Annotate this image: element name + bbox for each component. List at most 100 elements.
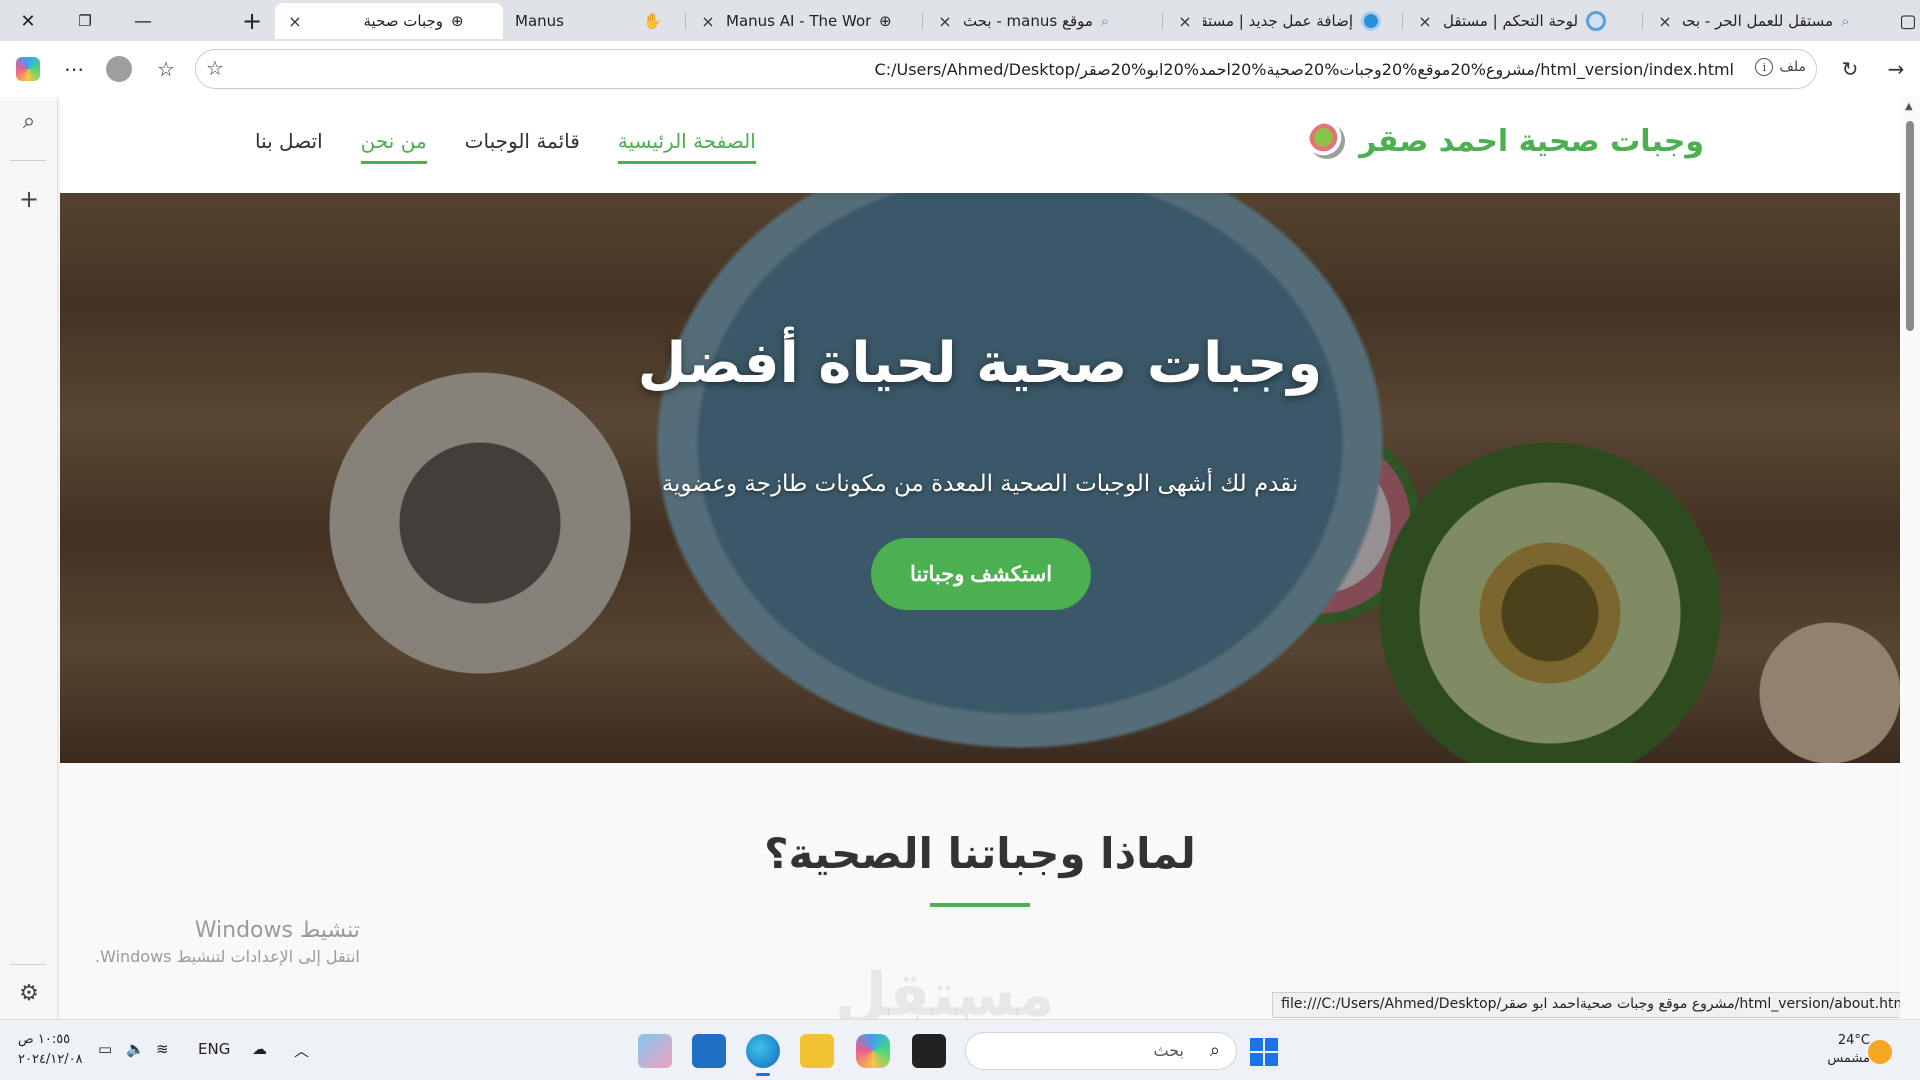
close-icon[interactable]: × bbox=[1175, 12, 1195, 31]
nav-menu[interactable]: قائمة الوجبات bbox=[465, 129, 580, 164]
close-icon[interactable]: × bbox=[1655, 12, 1675, 31]
profile-avatar[interactable] bbox=[103, 53, 135, 85]
forward-icon[interactable]: → bbox=[1880, 53, 1912, 85]
explore-meals-button[interactable]: استكشف وجباتنا bbox=[871, 538, 1091, 610]
tab-add-work[interactable]: × إضافة عمل جديد | مستقل bbox=[1165, 3, 1400, 39]
browser-sidebar: ⌕ + ⚙ bbox=[0, 97, 58, 1019]
search-placeholder: بحث bbox=[1153, 1041, 1185, 1060]
start-button[interactable] bbox=[1250, 1038, 1278, 1066]
close-icon[interactable]: × bbox=[935, 12, 955, 31]
nav-about[interactable]: من نحن bbox=[360, 129, 427, 164]
chevron-up-icon[interactable]: ︿ bbox=[294, 1040, 309, 1061]
weather-widget[interactable]: 24°C مشمس bbox=[1800, 1032, 1870, 1068]
weather-desc: مشمس bbox=[1827, 1051, 1870, 1066]
salad-bowl-icon bbox=[1309, 123, 1346, 159]
manus-hand-icon: ✋ bbox=[643, 12, 662, 30]
tab-title: Manus AI - The World's bbox=[726, 12, 871, 30]
main-nav: الصفحة الرئيسية قائمة الوجبات من نحن اتص… bbox=[255, 129, 756, 164]
gear-icon[interactable]: ⚙ bbox=[13, 977, 45, 1009]
language-indicator[interactable]: ENG bbox=[198, 1040, 230, 1058]
tab-divider bbox=[685, 12, 686, 30]
tab-title: وجبات صحية bbox=[363, 12, 444, 30]
search-icon: ⌕ bbox=[1100, 12, 1110, 30]
nav-contact[interactable]: اتصل بنا bbox=[255, 129, 323, 164]
add-icon[interactable]: + bbox=[13, 183, 45, 215]
activation-title: تنشيط Windows bbox=[194, 918, 360, 943]
tab-mostaql-search[interactable]: × مستقل للعمل الحر - بحث ⌕ bbox=[1645, 3, 1885, 39]
search-icon: ⌕ bbox=[1841, 12, 1850, 30]
wifi-icon[interactable]: ≋ bbox=[156, 1040, 169, 1058]
tab-dashboard[interactable]: × لوحة التحكم | مستقل bbox=[1405, 3, 1640, 39]
taskbar-search[interactable]: بحث ⌕ bbox=[965, 1032, 1237, 1070]
site-logo[interactable]: وجبات صحية احمد صقر bbox=[1309, 123, 1704, 159]
mostaql-favicon-icon bbox=[1361, 11, 1381, 31]
mostaql-favicon-icon bbox=[1586, 11, 1607, 31]
scheme-label: ملف bbox=[1779, 59, 1806, 75]
search-icon[interactable]: ⌕ bbox=[13, 105, 45, 137]
battery-icon[interactable]: ▭ bbox=[98, 1040, 112, 1058]
copilot-icon[interactable] bbox=[12, 53, 44, 85]
nav-home[interactable]: الصفحة الرئيسية bbox=[617, 129, 756, 164]
tab-strip: ▢ × مستقل للعمل الحر - بحث ⌕ × لوحة التح… bbox=[0, 0, 1920, 41]
snipping-tool-icon[interactable] bbox=[638, 1034, 672, 1068]
tab-divider bbox=[1642, 12, 1643, 30]
minimize-button[interactable]: — bbox=[125, 6, 161, 36]
section-title: لماذا وجباتنا الصحية؟ bbox=[764, 829, 1196, 878]
globe-icon: ⊕ bbox=[451, 12, 464, 30]
page-viewport: وجبات صحية احمد صقر الصفحة الرئيسية قائم… bbox=[60, 97, 1900, 1019]
clock-time: ١٠:٥٥ ص bbox=[18, 1032, 71, 1047]
close-icon[interactable]: × bbox=[285, 12, 305, 31]
scroll-thumb[interactable] bbox=[1906, 121, 1914, 331]
tab-manus-ai[interactable]: × Manus AI - The World's ⊕ bbox=[688, 3, 920, 39]
sidebar-divider bbox=[10, 160, 46, 161]
tab-divider bbox=[1162, 12, 1163, 30]
store-icon[interactable] bbox=[692, 1034, 726, 1068]
close-icon[interactable]: × bbox=[1415, 12, 1435, 31]
favorite-star-icon[interactable]: ☆ bbox=[206, 56, 224, 80]
page-scrollbar[interactable]: ▲ bbox=[1900, 97, 1920, 1019]
clock[interactable]: ١٠:٥٥ ص ٢٠٢٤/١٢/٠٨ bbox=[18, 1030, 83, 1070]
windows-activation-notice: تنشيط Windows انتقل إلى الإعدادات لتنشيط… bbox=[95, 918, 360, 966]
status-link-preview: file:///C:/Users/Ahmed/Desktop/مشروع موق… bbox=[1272, 992, 1920, 1018]
url-text[interactable]: C:/Users/Ahmed/Desktop/مشروع%20موقع%20وج… bbox=[875, 60, 1734, 79]
file-explorer-icon[interactable] bbox=[800, 1034, 834, 1068]
close-icon[interactable]: × bbox=[698, 12, 718, 31]
logo-text: وجبات صحية احمد صقر bbox=[1359, 123, 1704, 159]
site-info-chip[interactable]: i ملف bbox=[1755, 58, 1806, 76]
copilot-app-icon[interactable] bbox=[856, 1034, 890, 1068]
section-underline bbox=[930, 903, 1030, 907]
address-bar[interactable]: i ملف C:/Users/Ahmed/Desktop/مشروع%20موق… bbox=[195, 49, 1817, 89]
tab-title: موقع manus - بحث bbox=[963, 12, 1093, 30]
scroll-up-icon[interactable]: ▲ bbox=[1905, 101, 1913, 112]
new-tab-button[interactable]: + bbox=[234, 6, 270, 36]
tab-manus-search[interactable]: × موقع manus - بحث ⌕ bbox=[925, 3, 1160, 39]
more-options-icon[interactable]: ⋯ bbox=[58, 53, 90, 85]
refresh-icon[interactable]: ↻ bbox=[1834, 53, 1866, 85]
cloud-off-icon[interactable]: ☁ bbox=[252, 1040, 267, 1058]
globe-icon: ⊕ bbox=[879, 12, 892, 30]
volume-icon[interactable]: 🔈 bbox=[126, 1040, 145, 1058]
site-header: وجبات صحية احمد صقر الصفحة الرئيسية قائم… bbox=[60, 97, 1900, 193]
restore-button[interactable]: ❐ bbox=[67, 6, 103, 36]
tab-title: إضافة عمل جديد | مستقل bbox=[1203, 12, 1353, 30]
tab-title: مستقل للعمل الحر - بحث bbox=[1683, 12, 1833, 30]
hero-subtitle: نقدم لك أشهى الوجبات الصحية المعدة من مك… bbox=[661, 471, 1299, 497]
tab-title: لوحة التحكم | مستقل bbox=[1443, 12, 1579, 30]
sidebar-divider bbox=[10, 964, 46, 965]
favorites-icon[interactable]: ☆ bbox=[150, 53, 182, 85]
windows-taskbar: ١٠:٥٥ ص ٢٠٢٤/١٢/٠٨ ▭ 🔈 ≋ ENG ☁ ︿ بحث ⌕ 2… bbox=[0, 1019, 1920, 1080]
weather-temp: 24°C bbox=[1837, 1033, 1870, 1048]
tab-title: Manus bbox=[515, 12, 564, 30]
search-icon: ⌕ bbox=[1209, 1040, 1220, 1061]
edge-icon[interactable] bbox=[746, 1034, 780, 1076]
tab-actions-icon[interactable]: ▢ bbox=[1890, 6, 1920, 36]
tab-divider bbox=[1402, 12, 1403, 30]
hero-title: وجبات صحية لحياة أفضل bbox=[637, 331, 1323, 396]
close-window-button[interactable]: ✕ bbox=[10, 6, 46, 36]
activation-subtitle: انتقل إلى الإعدادات لتنشيط Windows. bbox=[95, 947, 360, 966]
terminal-icon[interactable] bbox=[912, 1034, 946, 1068]
hero-section: وجبات صحية لحياة أفضل نقدم لك أشهى الوجب… bbox=[60, 193, 1900, 763]
info-icon: i bbox=[1755, 58, 1774, 76]
tab-manus[interactable]: Manus ✋ bbox=[505, 3, 683, 39]
tab-healthy-meals[interactable]: × وجبات صحية ⊕ bbox=[275, 3, 503, 39]
